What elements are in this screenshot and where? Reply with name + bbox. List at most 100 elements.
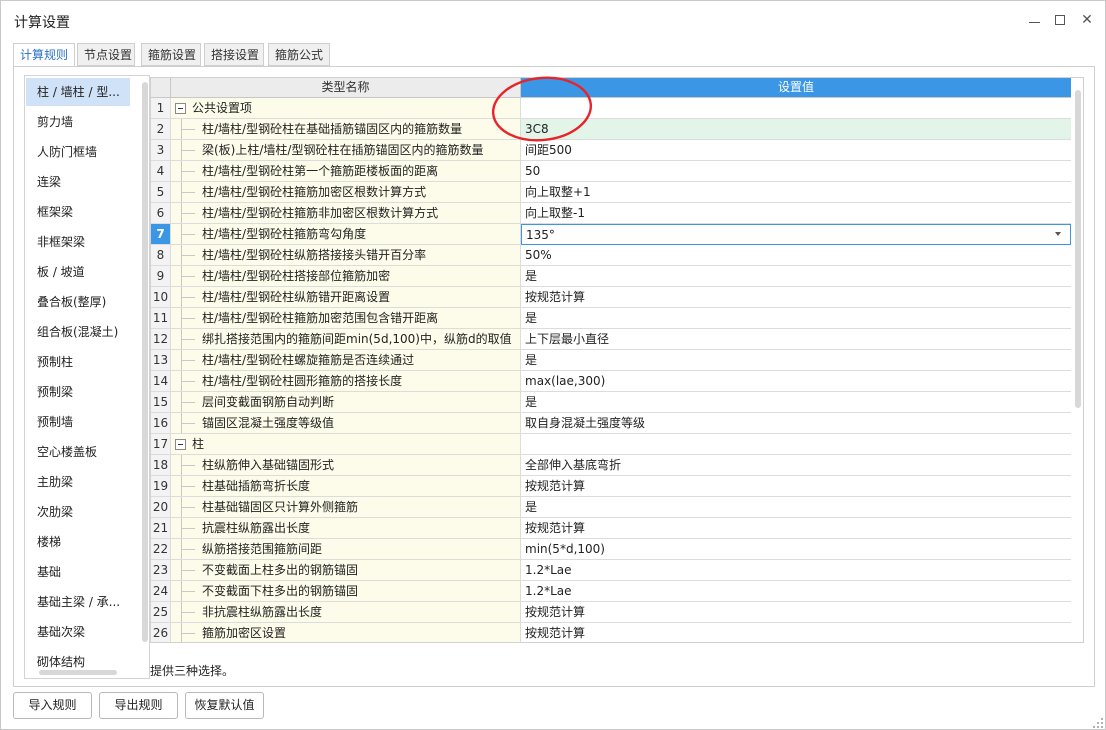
setting-value-cell[interactable]: max(lae,300) xyxy=(521,371,1071,392)
setting-value-cell[interactable]: 按规范计算 xyxy=(521,287,1071,308)
setting-value-cell[interactable]: 按规范计算 xyxy=(521,623,1071,642)
table-row[interactable]: 10 柱/墙柱/型钢砼柱纵筋错开距离设置 按规范计算 xyxy=(151,287,1071,308)
setting-value-cell[interactable]: 50% xyxy=(521,245,1071,266)
sidebar-item[interactable]: 基础次梁 xyxy=(26,618,130,646)
setting-label: 柱/墙柱/型钢砼柱在基础插筋锚固区内的箍筋数量 xyxy=(202,122,463,136)
tab-stirrup-settings[interactable]: 箍筋设置 xyxy=(141,43,201,66)
table-row[interactable]: 2 柱/墙柱/型钢砼柱在基础插筋锚固区内的箍筋数量 3C8 xyxy=(151,119,1071,140)
resize-grip-icon[interactable] xyxy=(1092,717,1104,729)
setting-value-cell[interactable]: 50 xyxy=(521,161,1071,182)
table-row[interactable]: 3 梁(板)上柱/墙柱/型钢砼柱在插筋锚固区内的箍筋数量 间距500 xyxy=(151,140,1071,161)
setting-value-cell[interactable]: 按规范计算 xyxy=(521,602,1071,623)
group-row[interactable]: 1 公共设置项 xyxy=(151,98,1071,119)
sidebar-item[interactable]: 非框架梁 xyxy=(26,228,130,256)
setting-value-cell[interactable]: min(5*d,100) xyxy=(521,539,1071,560)
table-row[interactable]: 14 柱/墙柱/型钢砼柱圆形箍筋的搭接长度 max(lae,300) xyxy=(151,371,1071,392)
grid-vertical-scrollbar[interactable] xyxy=(1075,90,1081,408)
sidebar-item[interactable]: 连梁 xyxy=(26,168,130,196)
setting-value-cell[interactable]: 按规范计算 xyxy=(521,518,1071,539)
setting-value-cell[interactable]: 1.2*Lae xyxy=(521,560,1071,581)
type-name-cell: 非抗震柱纵筋露出长度 xyxy=(171,602,521,623)
sidebar-horizontal-scrollbar[interactable] xyxy=(39,670,117,675)
setting-value-cell[interactable]: 1.2*Lae xyxy=(521,581,1071,602)
table-row[interactable]: 26 箍筋加密区设置 按规范计算 xyxy=(151,623,1071,642)
collapse-toggle-icon[interactable] xyxy=(175,103,186,114)
sidebar-item[interactable]: 板 / 坡道 xyxy=(26,258,130,286)
sidebar-item[interactable]: 组合板(混凝土) xyxy=(26,318,130,346)
table-row[interactable]: 22 纵筋搭接范围箍筋间距 min(5*d,100) xyxy=(151,539,1071,560)
setting-value-cell[interactable]: 按规范计算 xyxy=(521,476,1071,497)
sidebar-item[interactable]: 空心楼盖板 xyxy=(26,438,130,466)
setting-value-cell[interactable]: 3C8 xyxy=(521,119,1071,140)
setting-value-cell[interactable]: 向上取整+1 xyxy=(521,182,1071,203)
sidebar-item[interactable]: 次肋梁 xyxy=(26,498,130,526)
sidebar-item[interactable]: 人防门框墙 xyxy=(26,138,130,166)
row-number: 13 xyxy=(151,350,171,371)
type-name-cell: 层间变截面钢筋自动判断 xyxy=(171,392,521,413)
export-rules-button[interactable]: 导出规则 xyxy=(99,692,178,719)
setting-value-cell[interactable]: 是 xyxy=(521,266,1071,287)
table-row[interactable]: 6 柱/墙柱/型钢砼柱箍筋非加密区根数计算方式 向上取整-1 xyxy=(151,203,1071,224)
tab-node-settings[interactable]: 节点设置 xyxy=(77,43,135,66)
table-row[interactable]: 23 不变截面上柱多出的钢筋锚固 1.2*Lae xyxy=(151,560,1071,581)
sidebar-vertical-scrollbar[interactable] xyxy=(142,82,148,642)
setting-value-cell[interactable] xyxy=(521,434,1071,455)
sidebar-item[interactable]: 预制梁 xyxy=(26,378,130,406)
sidebar-item[interactable]: 预制墙 xyxy=(26,408,130,436)
column-header-setting-value[interactable]: 设置值 xyxy=(521,78,1071,98)
tab-stirrup-formula[interactable]: 箍筋公式 xyxy=(268,43,330,66)
table-row[interactable]: 16 锚固区混凝土强度等级值 取自身混凝土强度等级 xyxy=(151,413,1071,434)
setting-label: 柱/墙柱/型钢砼柱箍筋弯勾角度 xyxy=(202,227,367,241)
minimize-icon[interactable] xyxy=(1025,11,1043,29)
setting-value-cell[interactable] xyxy=(521,98,1071,119)
setting-value-cell[interactable]: 上下层最小直径 xyxy=(521,329,1071,350)
table-row[interactable]: 18 柱纵筋伸入基础锚固形式 全部伸入基底弯折 xyxy=(151,455,1071,476)
setting-value-cell[interactable]: 是 xyxy=(521,392,1071,413)
sidebar-item[interactable]: 预制柱 xyxy=(26,348,130,376)
tab-lap-settings[interactable]: 搭接设置 xyxy=(204,43,264,66)
chevron-down-icon[interactable] xyxy=(1055,232,1061,236)
tab-calc-rules[interactable]: 计算规则 xyxy=(13,43,75,67)
sidebar-item[interactable]: 剪力墙 xyxy=(26,108,130,136)
tree-connector xyxy=(181,423,195,424)
sidebar-item[interactable]: 叠合板(整厚) xyxy=(26,288,130,316)
setting-value-cell[interactable]: 向上取整-1 xyxy=(521,203,1071,224)
table-row[interactable]: 12 绑扎搭接范围内的箍筋间距min(5d,100)中，纵筋d的取值 上下层最小直径 xyxy=(151,329,1071,350)
setting-value-cell[interactable]: 间距500 xyxy=(521,140,1071,161)
maximize-icon[interactable] xyxy=(1051,11,1069,29)
restore-defaults-button[interactable]: 恢复默认值 xyxy=(185,692,264,719)
sidebar-item[interactable]: 主肋梁 xyxy=(26,468,130,496)
sidebar-item[interactable]: 基础主梁 / 承... xyxy=(26,588,130,616)
table-row[interactable]: 15 层间变截面钢筋自动判断 是 xyxy=(151,392,1071,413)
setting-value-cell[interactable]: 取自身混凝土强度等级 xyxy=(521,413,1071,434)
sidebar-item[interactable]: 柱 / 墙柱 / 型... xyxy=(26,78,130,106)
table-row[interactable]: 21 抗震柱纵筋露出长度 按规范计算 xyxy=(151,518,1071,539)
close-icon[interactable]: ✕ xyxy=(1078,11,1096,29)
import-rules-button[interactable]: 导入规则 xyxy=(13,692,92,719)
table-row[interactable]: 11 柱/墙柱/型钢砼柱箍筋加密范围包含错开距离 是 xyxy=(151,308,1071,329)
table-row[interactable]: 24 不变截面下柱多出的钢筋锚固 1.2*Lae xyxy=(151,581,1071,602)
tab-content-panel: 柱 / 墙柱 / 型... 剪力墙 人防门框墙 连梁 框架梁 非框架梁板 / 坡道 叠合板(… xyxy=(13,66,1095,687)
sidebar-item[interactable]: 楼梯 xyxy=(26,528,130,556)
table-row[interactable]: 9 柱/墙柱/型钢砼柱搭接部位箍筋加密 是 xyxy=(151,266,1071,287)
setting-value-cell[interactable]: 是 xyxy=(521,308,1071,329)
table-row[interactable]: 7 柱/墙柱/型钢砼柱箍筋弯勾角度 135° xyxy=(151,224,1071,245)
table-row[interactable]: 8 柱/墙柱/型钢砼柱纵筋搭接接头错开百分率 50% xyxy=(151,245,1071,266)
sidebar-item[interactable]: 基础 xyxy=(26,558,130,586)
setting-value: 是 xyxy=(525,311,538,325)
column-header-type-name[interactable]: 类型名称 xyxy=(171,78,521,98)
setting-value-cell[interactable]: 是 xyxy=(521,350,1071,371)
table-row[interactable]: 19 柱基础插筋弯折长度 按规范计算 xyxy=(151,476,1071,497)
setting-value-cell[interactable]: 全部伸入基底弯折 xyxy=(521,455,1071,476)
setting-value-dropdown[interactable]: 135° xyxy=(521,224,1071,245)
table-row[interactable]: 20 柱基础锚固区只计算外侧箍筋 是 xyxy=(151,497,1071,518)
sidebar-item[interactable]: 框架梁 xyxy=(26,198,130,226)
type-name-cell: 柱基础锚固区只计算外侧箍筋 xyxy=(171,497,521,518)
table-row[interactable]: 13 柱/墙柱/型钢砼柱螺旋箍筋是否连续通过 是 xyxy=(151,350,1071,371)
table-row[interactable]: 5 柱/墙柱/型钢砼柱箍筋加密区根数计算方式 向上取整+1 xyxy=(151,182,1071,203)
table-row[interactable]: 25 非抗震柱纵筋露出长度 按规范计算 xyxy=(151,602,1071,623)
table-row[interactable]: 4 柱/墙柱/型钢砼柱第一个箍筋距楼板面的距离 50 xyxy=(151,161,1071,182)
collapse-toggle-icon[interactable] xyxy=(175,439,186,450)
setting-value-cell[interactable]: 是 xyxy=(521,497,1071,518)
group-row[interactable]: 17 柱 xyxy=(151,434,1071,455)
